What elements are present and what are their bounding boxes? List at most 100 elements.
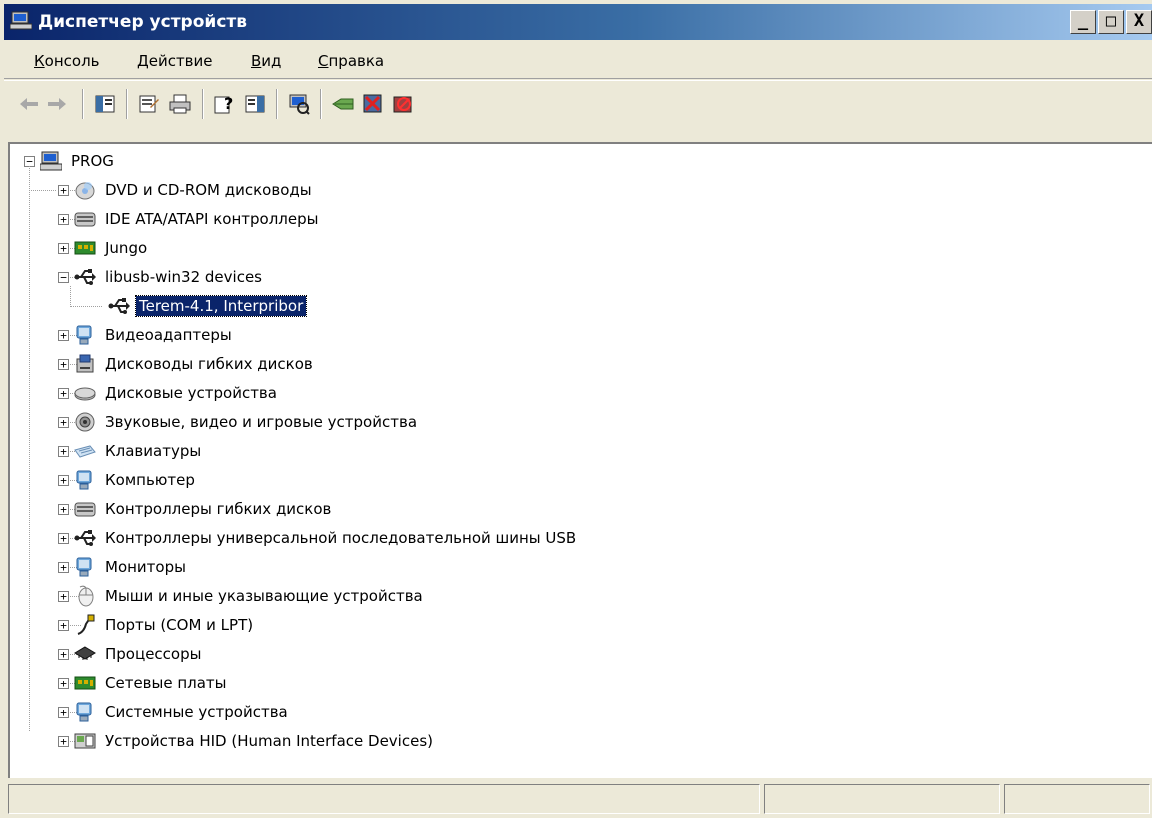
- node-label: Клавиатуры: [105, 442, 202, 460]
- expand-toggle[interactable]: +: [58, 591, 69, 602]
- speaker-icon: [75, 412, 95, 432]
- menu-console[interactable]: Консоль: [34, 52, 100, 70]
- expand-toggle[interactable]: +: [58, 185, 69, 196]
- tree-root-node[interactable]: PROG: [40, 148, 117, 174]
- menu-action[interactable]: Действие: [137, 52, 213, 70]
- expand-toggle[interactable]: +: [58, 736, 69, 747]
- usb-icon: [108, 298, 130, 314]
- console-tree-icon[interactable]: [242, 91, 268, 117]
- tree-node[interactable]: Сетевые платы: [74, 670, 230, 696]
- tree-node[interactable]: DVD и CD-ROM дисководы: [74, 177, 315, 203]
- tree-node[interactable]: Звуковые, видео и игровые устройства: [74, 409, 420, 435]
- toolbar-separator: [82, 89, 84, 119]
- expand-toggle[interactable]: +: [58, 649, 69, 660]
- properties-icon[interactable]: [136, 91, 162, 117]
- tree-node[interactable]: Jungo: [74, 235, 150, 261]
- maximize-button[interactable]: □: [1098, 10, 1124, 34]
- minimize-button[interactable]: _: [1070, 10, 1096, 34]
- tree-node[interactable]: Процессоры: [74, 641, 204, 667]
- cdrom-icon: [75, 182, 95, 200]
- expand-toggle[interactable]: +: [58, 533, 69, 544]
- usb-icon: [74, 530, 96, 546]
- menu-help[interactable]: Справка: [318, 52, 384, 70]
- node-label: DVD и CD-ROM дисководы: [105, 181, 312, 199]
- node-label: Звуковые, видео и игровые устройства: [105, 413, 418, 431]
- toolbar-separator: [320, 89, 322, 119]
- disk-icon: [74, 387, 96, 401]
- node-label: libusb-win32 devices: [105, 268, 262, 286]
- close-button[interactable]: X: [1126, 10, 1152, 34]
- tree-node[interactable]: Дисковые устройства: [74, 380, 280, 406]
- node-label: Компьютер: [105, 471, 195, 489]
- uninstall-icon[interactable]: [360, 91, 386, 117]
- node-label: Сетевые платы: [105, 674, 227, 692]
- tree-node[interactable]: Мыши и иные указывающие устройства: [74, 583, 426, 609]
- scan-hardware-icon[interactable]: [286, 91, 312, 117]
- help-icon[interactable]: ?: [212, 91, 238, 117]
- back-icon[interactable]: [16, 91, 42, 117]
- tree-connector: [29, 166, 30, 731]
- node-label: Контроллеры универсальной последовательн…: [105, 529, 577, 547]
- tree-node[interactable]: Контроллеры гибких дисков: [74, 496, 334, 522]
- expand-toggle[interactable]: +: [58, 359, 69, 370]
- tree-node[interactable]: Устройства HID (Human Interface Devices): [74, 728, 436, 754]
- node-label: Видеоадаптеры: [105, 326, 232, 344]
- expand-toggle[interactable]: +: [58, 475, 69, 486]
- expand-toggle[interactable]: +: [58, 678, 69, 689]
- tree-node[interactable]: IDE ATA/ATAPI контроллеры: [74, 206, 321, 232]
- menu-bar: Консоль Действие Вид Справка: [4, 44, 1152, 79]
- window-title: Диспетчер устройств: [38, 12, 248, 32]
- tree-node-selected[interactable]: Terem-4.1, Interpribor: [108, 293, 308, 319]
- tree-connector: [29, 190, 56, 191]
- toolbar: ?: [4, 80, 1152, 127]
- disable-icon[interactable]: [390, 91, 416, 117]
- tree-node[interactable]: Контроллеры универсальной последовательн…: [74, 525, 579, 551]
- node-label: Мыши и иные указывающие устройства: [105, 587, 423, 605]
- title-bar[interactable]: Диспетчер устройств _ □ X: [4, 4, 1152, 40]
- expand-toggle[interactable]: +: [58, 330, 69, 341]
- forward-icon[interactable]: [44, 91, 70, 117]
- mouse-icon: [78, 585, 94, 607]
- collapse-toggle[interactable]: −: [58, 272, 69, 283]
- menu-view[interactable]: Вид: [251, 52, 281, 70]
- expand-toggle[interactable]: +: [58, 214, 69, 225]
- tree-node[interactable]: Видеоадаптеры: [74, 322, 235, 348]
- monitor-icon: [76, 470, 92, 490]
- expand-toggle[interactable]: +: [58, 417, 69, 428]
- update-driver-icon[interactable]: [330, 91, 356, 117]
- monitor-icon: [76, 325, 92, 345]
- node-label: Дисковые устройства: [105, 384, 277, 402]
- svg-text:?: ?: [224, 94, 233, 113]
- toolbar-separator: [202, 89, 204, 119]
- computer-icon: [40, 151, 62, 171]
- expand-toggle[interactable]: +: [58, 504, 69, 515]
- tree-node[interactable]: Мониторы: [74, 554, 189, 580]
- device-tree[interactable]: − PROG + DVD и CD-ROM дисководы + IDE ATA/ATA…: [8, 142, 1152, 778]
- node-label: Контроллеры гибких дисков: [105, 500, 332, 518]
- tree-node[interactable]: Компьютер: [74, 467, 198, 493]
- node-label: Процессоры: [105, 645, 202, 663]
- print-icon[interactable]: [167, 91, 193, 117]
- tree-node[interactable]: libusb-win32 devices: [74, 264, 265, 290]
- tree-node[interactable]: Дисководы гибких дисков: [74, 351, 316, 377]
- expand-toggle[interactable]: +: [58, 243, 69, 254]
- tree-node[interactable]: Системные устройства: [74, 699, 291, 725]
- tree-connector: [70, 306, 102, 307]
- expand-toggle[interactable]: +: [58, 707, 69, 718]
- monitor-icon: [76, 702, 92, 722]
- hid-icon: [74, 733, 96, 749]
- expand-toggle[interactable]: +: [58, 562, 69, 573]
- keyboard-icon: [74, 445, 96, 458]
- ide-controller-icon: [74, 212, 96, 227]
- usb-icon: [74, 269, 96, 285]
- expand-toggle[interactable]: +: [58, 446, 69, 457]
- show-hide-tree-icon[interactable]: [92, 91, 118, 117]
- expand-toggle[interactable]: +: [58, 388, 69, 399]
- board-icon: [74, 241, 96, 255]
- status-cell-main: [8, 784, 760, 814]
- tree-node[interactable]: Порты (COM и LPT): [74, 612, 256, 638]
- node-label: Мониторы: [105, 558, 186, 576]
- expand-toggle[interactable]: +: [58, 620, 69, 631]
- tree-node[interactable]: Клавиатуры: [74, 438, 204, 464]
- toolbar-separator: [276, 89, 278, 119]
